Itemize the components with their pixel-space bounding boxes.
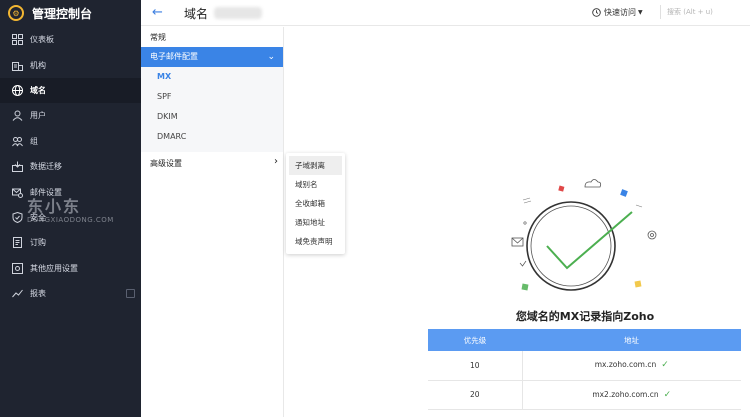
subnav-item-spf[interactable]: SPF — [141, 87, 283, 107]
search-input[interactable]: 搜索 (Alt + u) — [660, 5, 742, 19]
sidebar-item-label: 邮件设置 — [30, 187, 62, 197]
sidebar-item-label: 其他应用设置 — [30, 263, 78, 273]
subnav-general[interactable]: 常规 — [150, 32, 166, 43]
subnav-item-dmarc[interactable]: DMARC — [141, 127, 283, 147]
subnav-advanced-label: 高级设置 — [150, 159, 182, 168]
sidebar-item-mail-settings[interactable]: 邮件设置 — [0, 179, 141, 204]
flyout-item-domain-disclaimer[interactable]: 域免责声明 — [289, 232, 342, 251]
address-cell: mx2.zoho.com.cn ✓ — [522, 380, 741, 410]
page-title: 域名 — [184, 7, 209, 21]
address-text: mx.zoho.com.cn — [594, 360, 657, 370]
dashboard-icon — [11, 34, 23, 46]
reports-icon — [11, 288, 23, 300]
check-icon: ✓ — [663, 389, 672, 400]
gear-logo-icon: ⚙ — [8, 5, 24, 21]
shield-icon — [11, 211, 23, 223]
collapse-sidebar-icon[interactable] — [126, 288, 135, 298]
address-text: mx2.zoho.com.cn — [592, 389, 659, 399]
brand-title: 管理控制台 — [32, 6, 93, 21]
organization-icon — [11, 59, 23, 71]
domain-subnav: 常规 电子邮件配置 ⌄ MX SPF DKIM DMARC 高级设置 › — [141, 27, 284, 417]
subnav-item-dkim[interactable]: DKIM — [141, 107, 283, 127]
sidebar-item-migration[interactable]: 数据迁移 — [0, 154, 141, 179]
mail-settings-icon — [11, 186, 23, 198]
sidebar-item-label: 组 — [30, 136, 38, 146]
chevron-right-icon: › — [274, 156, 278, 167]
subscription-icon — [11, 237, 23, 249]
column-header-priority: 优先级 — [428, 329, 522, 351]
sidebar: ⚙ 管理控制台 仪表板 机构 域名 用户 组 数据迁移 邮件设置 安全 订购 其… — [0, 0, 141, 417]
mx-status-heading: 您域名的MX记录指向Zoho — [515, 310, 655, 323]
check-icon: ✓ — [661, 360, 669, 371]
table-row: 10 mx.zoho.com.cn ✓ — [428, 351, 741, 381]
subnav-mail-config-label: 电子邮件配置 — [150, 52, 198, 61]
mx-success-illustration — [511, 179, 657, 291]
top-header: ← 域名 快速访问 ▼ 搜索 (Alt + u) — [141, 0, 750, 26]
subnav-item-mx[interactable]: MX — [141, 67, 283, 87]
subnav-mail-config[interactable]: 电子邮件配置 ⌄ — [141, 47, 283, 67]
sidebar-item-label: 数据迁移 — [30, 162, 62, 172]
subnav-advanced[interactable]: 高级设置 › — [150, 156, 278, 169]
quick-access-dropdown[interactable]: 快速访问 ▼ — [592, 7, 643, 18]
sidebar-item-subscription[interactable]: 订购 — [0, 230, 141, 255]
priority-cell: 20 — [428, 380, 523, 410]
flyout-item-notification-address[interactable]: 通知地址 — [289, 213, 342, 232]
advanced-settings-flyout: 子域剥离 域别名 全收邮箱 通知地址 域免责声明 — [286, 153, 345, 254]
column-header-address: 地址 — [522, 329, 741, 351]
apps-settings-icon — [11, 262, 23, 274]
group-icon — [11, 135, 23, 147]
sidebar-item-label: 用户 — [30, 111, 46, 121]
brand[interactable]: ⚙ 管理控制台 — [0, 0, 141, 26]
sidebar-item-users[interactable]: 用户 — [0, 103, 141, 128]
user-icon — [11, 110, 23, 122]
priority-cell: 10 — [428, 351, 523, 381]
sidebar-item-label: 机构 — [30, 60, 46, 70]
arrow-left-icon[interactable]: ← — [152, 5, 163, 20]
sidebar-nav: 仪表板 机构 域名 用户 组 数据迁移 邮件设置 安全 订购 其他应用设置 报表 — [0, 27, 141, 306]
quick-access-label: 快速访问 — [604, 8, 636, 17]
table-header-row: 优先级 地址 — [428, 329, 741, 351]
clock-icon — [592, 8, 601, 17]
sidebar-item-label: 仪表板 — [30, 35, 54, 45]
sidebar-item-reports[interactable]: 报表 — [0, 281, 141, 306]
sidebar-item-dashboard[interactable]: 仪表板 — [0, 27, 141, 52]
caret-down-icon: ▼ — [638, 9, 643, 16]
address-cell: mx.zoho.com.cn ✓ — [522, 351, 741, 381]
flyout-item-catch-all[interactable]: 全收邮箱 — [289, 194, 342, 213]
sidebar-item-other-apps[interactable]: 其他应用设置 — [0, 256, 141, 281]
mx-records-table: 优先级 地址 10 mx.zoho.com.cn ✓ 20 mx2.zoho.co… — [428, 329, 741, 410]
sidebar-item-security[interactable]: 安全 — [0, 205, 141, 230]
sidebar-item-organization[interactable]: 机构 — [0, 52, 141, 77]
sidebar-item-groups[interactable]: 组 — [0, 129, 141, 154]
chevron-down-icon: ⌄ — [267, 52, 275, 62]
sidebar-item-domains[interactable]: 域名 — [0, 77, 141, 104]
migration-icon — [11, 161, 23, 173]
redacted-domain — [214, 7, 262, 19]
table-row: 20 mx2.zoho.com.cn ✓ — [428, 380, 741, 410]
mail-config-list: MX SPF DKIM DMARC — [141, 67, 283, 152]
sidebar-item-label: 域名 — [30, 85, 46, 95]
sidebar-item-label: 报表 — [30, 289, 46, 299]
flyout-item-domain-alias[interactable]: 域别名 — [289, 175, 342, 194]
sidebar-item-label: 订购 — [30, 238, 46, 248]
sidebar-item-label: 安全 — [30, 212, 46, 222]
globe-icon — [11, 84, 23, 96]
flyout-item-subdomain-stripping[interactable]: 子域剥离 — [289, 156, 342, 175]
